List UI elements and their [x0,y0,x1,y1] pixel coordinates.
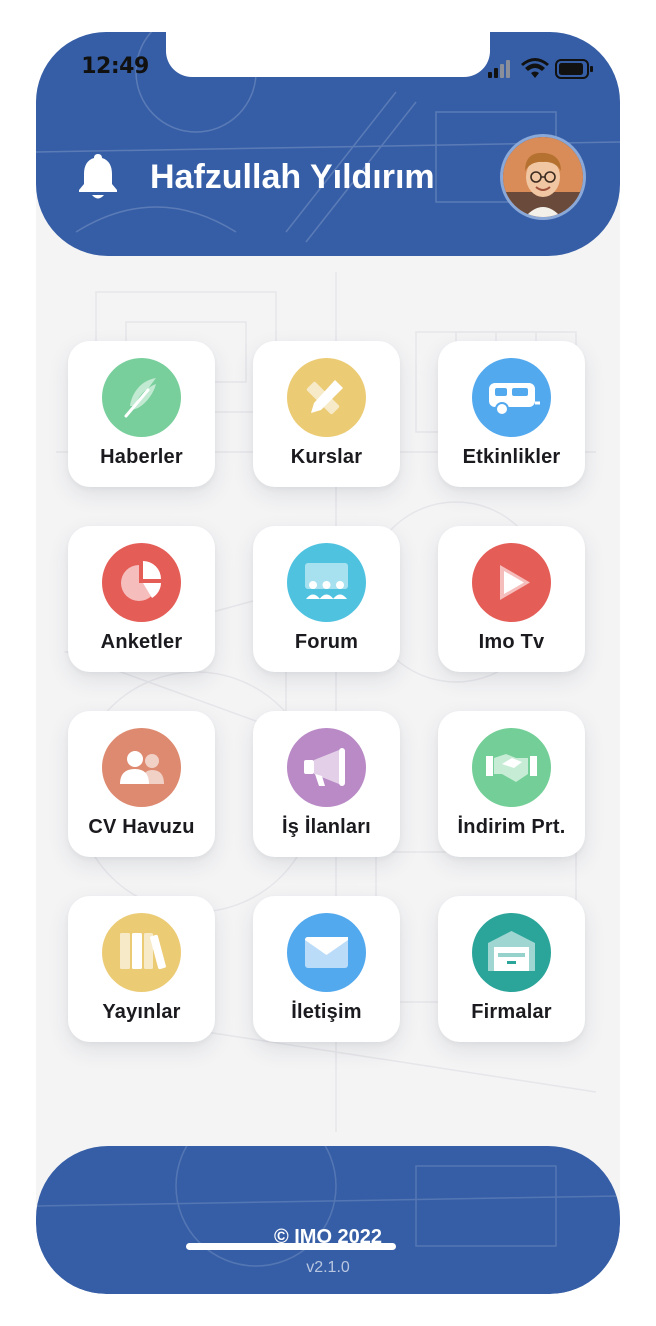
menu-tile-yayinlar[interactable]: Yayınlar [68,896,215,1042]
envelope-icon [287,913,366,992]
footer-bar: © IMO 2022 v2.1.0 [36,1146,620,1294]
menu-tile-forum[interactable]: Forum [253,526,400,672]
users-icon [102,728,181,807]
menu-tile-label: Anketler [100,631,183,653]
menu-tile-label: İletişim [291,1001,362,1023]
presentation-audience-icon [287,543,366,622]
menu-tile-label: Etkinlikler [462,446,561,468]
menu-tile-label: Kurslar [290,446,363,468]
megaphone-icon [287,728,366,807]
menu-tile-indirim-prt[interactable]: İndirim Prt. [438,711,585,857]
wifi-icon [521,58,549,78]
books-icon [102,913,181,992]
menu-tile-anketler[interactable]: Anketler [68,526,215,672]
menu-tile-label: CV Havuzu [88,816,195,838]
menu-tile-kurslar[interactable]: Kurslar [253,341,400,487]
version-text: v2.1.0 [306,1259,350,1276]
menu-tile-iletisim[interactable]: İletişim [253,896,400,1042]
handshake-icon [472,728,551,807]
menu-tile-label: İş İlanları [282,816,371,838]
user-name[interactable]: Hafzullah Yıldırım [150,156,490,198]
play-icon [472,543,551,622]
pie-chart-icon [102,543,181,622]
menu-tile-firmalar[interactable]: Firmalar [438,896,585,1042]
menu-tile-haberler[interactable]: Haberler [68,341,215,487]
menu-tile-imo-tv[interactable]: Imo Tv [438,526,585,672]
avatar[interactable] [500,134,586,220]
warehouse-icon [472,913,551,992]
menu-tile-label: Imo Tv [478,631,545,653]
caravan-icon [472,358,551,437]
feather-icon [102,358,181,437]
avatar-image [503,137,583,217]
status-time: 12:49 [81,54,149,79]
home-indicator[interactable] [186,1243,396,1250]
menu-tile-label: Haberler [100,446,183,468]
device-notch [166,32,490,77]
battery-icon [555,59,593,79]
status-icons [488,58,593,79]
menu-tile-label: Firmalar [471,1001,552,1023]
menu-tile-label: Forum [294,631,359,653]
menu-tile-label: Yayınlar [102,1001,181,1023]
menu-tile-cv-havuzu[interactable]: CV Havuzu [68,711,215,857]
menu-grid: Haberler Kurslar Etkinlikler Anketler Fo… [68,341,586,1043]
menu-tile-is-ilanlari[interactable]: İş İlanları [253,711,400,857]
pencil-ruler-icon [287,358,366,437]
cellular-signal-icon [488,60,510,78]
menu-tile-etkinlikler[interactable]: Etkinlikler [438,341,585,487]
notification-bell-icon[interactable] [74,150,122,202]
menu-tile-label: İndirim Prt. [457,816,566,838]
